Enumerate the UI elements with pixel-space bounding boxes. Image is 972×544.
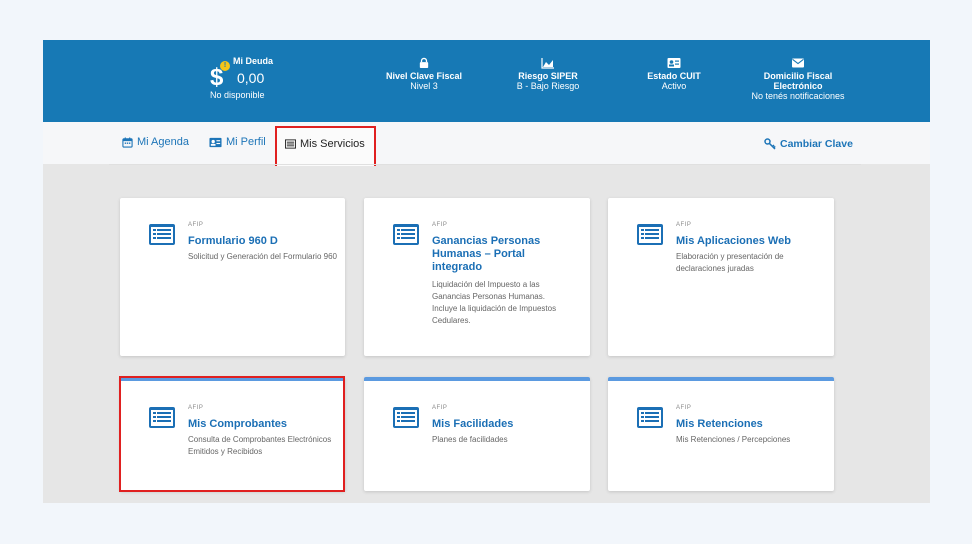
service-card-mis-aplicaciones-web[interactable]: AFIP Mis Aplicaciones Web Elaboración y …: [608, 198, 834, 356]
debt-amount: 0,00: [237, 70, 265, 86]
header-item-sub: B - Bajo Riesgo: [516, 81, 580, 91]
tab-mi-perfil[interactable]: Mi Perfil: [209, 136, 266, 148]
list-icon: [393, 224, 419, 245]
envelope-icon: [792, 58, 804, 68]
list-icon: [637, 407, 663, 428]
header-item-title: Nivel Clave Fiscal: [385, 71, 463, 81]
card-description: Elaboración y presentación de declaracio…: [676, 252, 784, 273]
card-description: Liquidación del Impuesto a las Ganancias…: [432, 280, 557, 325]
header-item-title: Domicilio Fiscal: [763, 71, 833, 81]
card-description: Mis Retenciones / Percepciones: [676, 435, 791, 444]
nav-bar: Mi Agenda Mi Perfil Mis Servicios Cambia…: [43, 122, 930, 166]
id-card-icon: [209, 137, 222, 147]
list-icon: [149, 224, 175, 245]
header-item-title: Estado CUIT: [647, 71, 701, 81]
alert-badge: !: [220, 61, 230, 71]
header-item-sub: Nivel 3: [410, 81, 438, 91]
chart-area-icon: [541, 58, 554, 69]
cambiar-clave-label: Cambiar Clave: [780, 138, 853, 150]
header-item-sub: No tenés notificaciones: [751, 91, 845, 101]
debt-status: No disponible: [210, 90, 265, 100]
card-description: Planes de facilidades: [432, 435, 508, 444]
card-kicker: AFIP: [676, 222, 692, 228]
service-card-formulario-960d[interactable]: AFIP Formulario 960 D Solicitud y Genera…: [120, 198, 345, 356]
key-icon: [764, 138, 776, 150]
card-title: Mis Retenciones: [676, 418, 763, 430]
card-title: Mis Aplicaciones Web: [676, 235, 791, 247]
list-icon: [393, 407, 419, 428]
header-item-title-line2: Electrónico: [773, 81, 823, 91]
service-card-ganancias[interactable]: AFIP Ganancias Personas Humanas – Portal…: [364, 198, 590, 356]
header-item-domicilio[interactable]: Domicilio Fiscal Electrónico No tenés no…: [743, 40, 853, 122]
calendar-icon: [122, 136, 133, 148]
header-item-sub: Activo: [661, 81, 687, 91]
status-header: $ ! Mi Deuda 0,00 No disponible Nivel Cl…: [43, 40, 930, 122]
id-card-icon: [667, 58, 681, 68]
mis-comprobantes-highlight: [119, 376, 345, 492]
card-kicker: AFIP: [432, 405, 448, 411]
card-kicker: AFIP: [432, 222, 448, 228]
header-item-estado-cuit[interactable]: Estado CUIT Activo: [624, 40, 724, 122]
cambiar-clave-link[interactable]: Cambiar Clave: [764, 138, 853, 150]
app-frame: $ ! Mi Deuda 0,00 No disponible Nivel Cl…: [43, 40, 930, 503]
header-item-riesgo[interactable]: Riesgo SIPER B - Bajo Riesgo: [498, 40, 598, 122]
card-kicker: AFIP: [188, 222, 204, 228]
tab-mi-agenda[interactable]: Mi Agenda: [122, 136, 189, 148]
card-description: Solicitud y Generación del Formulario 96…: [188, 252, 337, 261]
lock-icon: [419, 57, 429, 68]
debt-label: Mi Deuda: [233, 56, 274, 66]
service-card-mis-facilidades[interactable]: AFIP Mis Facilidades Planes de facilidad…: [364, 377, 590, 491]
card-title: Ganancias Personas Humanas – Portal inte…: [432, 235, 541, 273]
nav-divider: [109, 164, 861, 165]
card-kicker: AFIP: [676, 405, 692, 411]
header-item-title: Riesgo SIPER: [518, 71, 578, 81]
tab-label: Mis Servicios: [300, 138, 365, 150]
list-icon: [285, 139, 296, 149]
card-title: Mis Facilidades: [432, 418, 514, 430]
header-item-nivel-clave[interactable]: Nivel Clave Fiscal Nivel 3: [374, 40, 474, 122]
card-title: Formulario 960 D: [188, 235, 278, 247]
list-icon: [637, 224, 663, 245]
tab-label: Mi Agenda: [137, 136, 189, 148]
service-card-mis-retenciones[interactable]: AFIP Mis Retenciones Mis Retenciones / P…: [608, 377, 834, 491]
tab-mis-servicios[interactable]: Mis Servicios: [285, 138, 365, 150]
debt-widget[interactable]: $ ! Mi Deuda 0,00 No disponible: [206, 54, 296, 114]
tab-label: Mi Perfil: [226, 136, 266, 148]
